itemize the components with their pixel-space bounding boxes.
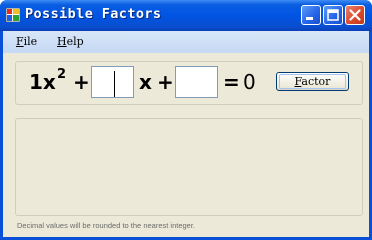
minimize-button[interactable] — [301, 5, 321, 25]
equation-panel: 1x 2 + x + = 0 Factor — [15, 61, 363, 105]
rhs-zero: 0 — [243, 70, 256, 94]
close-button[interactable] — [345, 5, 365, 25]
menu-file-accel: F — [16, 35, 24, 48]
maximize-icon — [327, 9, 339, 21]
factor-button-label: Factor — [295, 75, 331, 88]
text-caret — [114, 71, 115, 97]
rounding-note: Decimal values will be rounded to the ne… — [17, 221, 196, 230]
menu-help-label: elp — [66, 35, 84, 48]
minimize-icon — [306, 17, 313, 20]
close-icon — [349, 9, 361, 21]
window-title: Possible Factors — [25, 6, 162, 22]
app-icon — [6, 8, 20, 22]
b-coefficient-input[interactable] — [91, 66, 134, 98]
menu-file[interactable]: File — [16, 35, 37, 48]
title-bar[interactable]: Possible Factors — [0, 0, 372, 31]
c-constant-input[interactable] — [175, 66, 218, 98]
menu-file-label: ile — [23, 35, 38, 48]
menu-bar: File Help — [3, 31, 369, 53]
x-term: x — [139, 70, 152, 94]
plus-sign-2: + — [157, 70, 174, 94]
app-window: Possible Factors File Help 1x 2 + x + = … — [0, 0, 372, 240]
exponent: 2 — [57, 67, 67, 82]
factor-rest: actor — [301, 75, 331, 88]
client-area: File Help 1x 2 + x + = 0 Factor Decimal — [3, 31, 369, 237]
menu-help[interactable]: Help — [57, 35, 84, 48]
menu-help-accel: H — [57, 35, 67, 48]
results-panel — [15, 118, 363, 216]
a-term: 1x — [29, 70, 56, 94]
maximize-button[interactable] — [323, 5, 343, 25]
plus-sign-1: + — [73, 70, 90, 94]
equals-sign: = — [223, 70, 240, 94]
factor-button[interactable]: Factor — [276, 72, 349, 91]
